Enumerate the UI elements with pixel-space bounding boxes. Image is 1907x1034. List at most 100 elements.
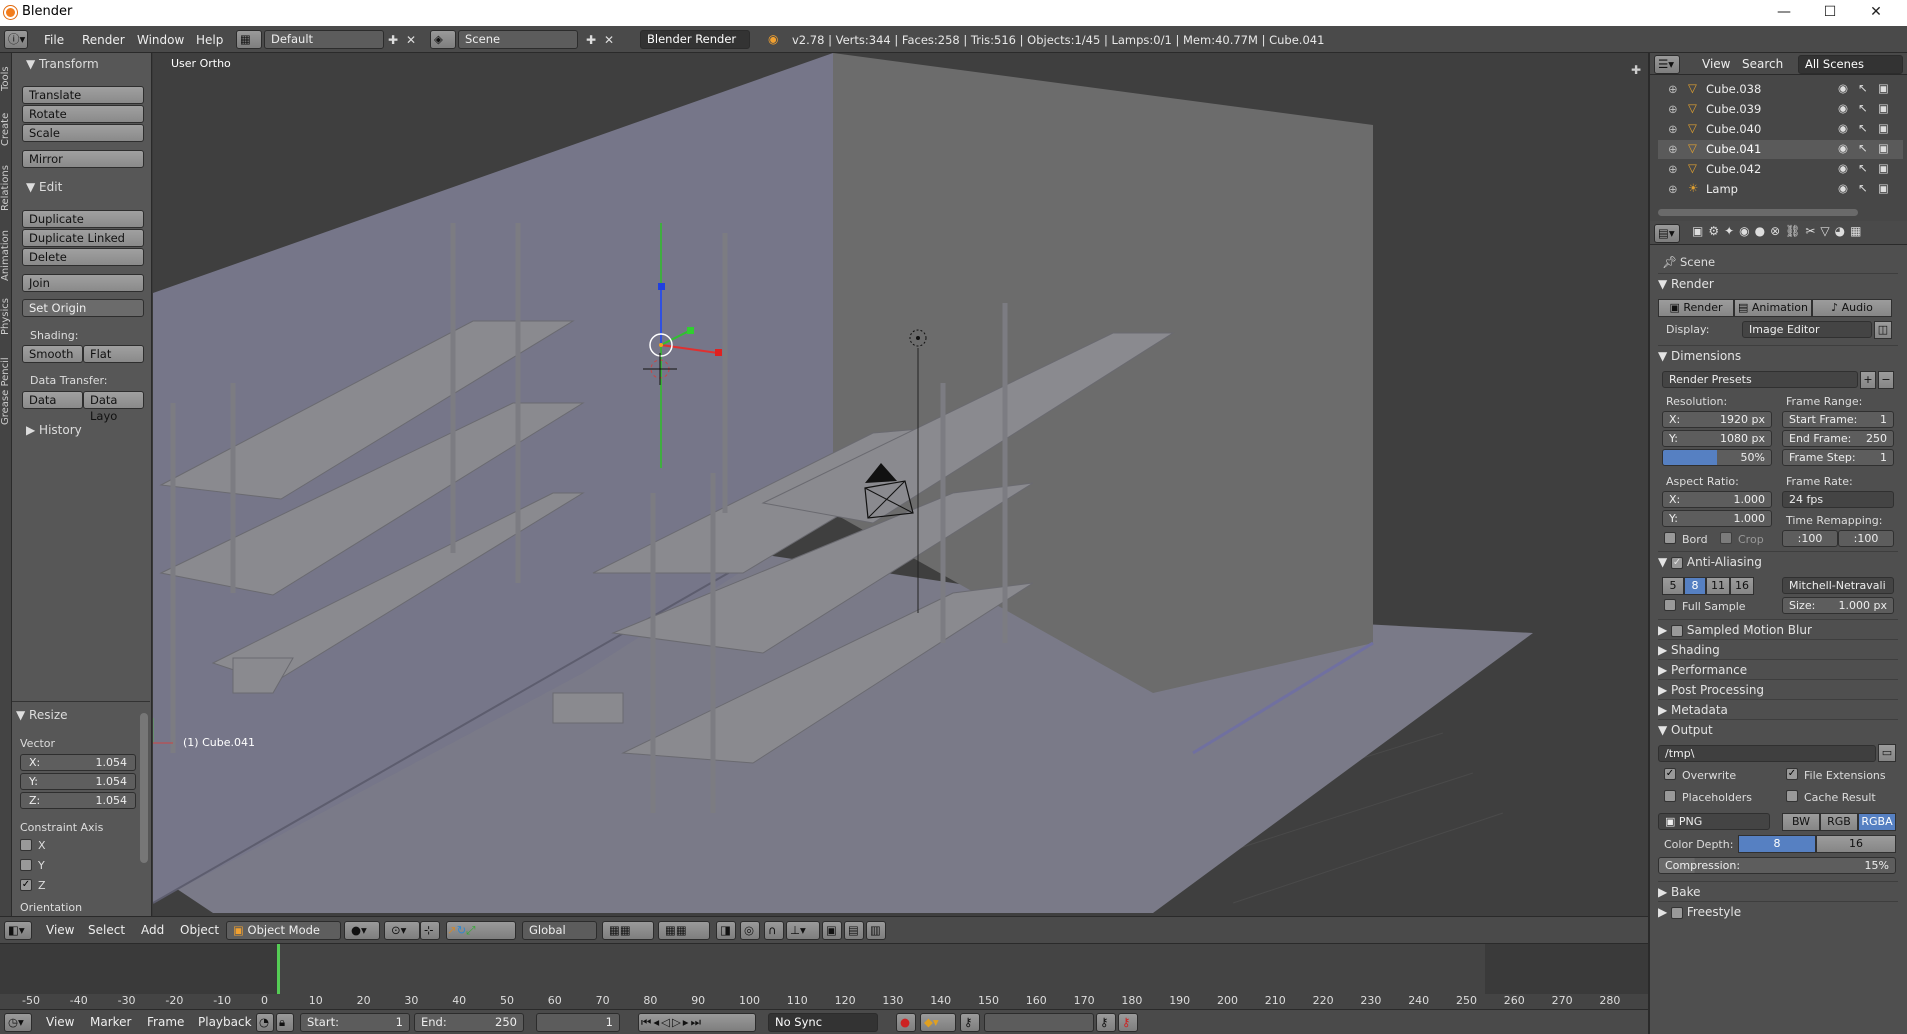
- render-camera-icon[interactable]: ▣: [1878, 121, 1889, 135]
- tab-grease-pencil[interactable]: Grease Pencil: [0, 345, 12, 437]
- mirror-button[interactable]: Mirror: [22, 150, 144, 168]
- expand-icon[interactable]: ⊕: [1668, 182, 1678, 196]
- outliner-item[interactable]: ⊕ ▽ Cube.039 ◉ ↖ ▣: [1658, 100, 1903, 119]
- rotate-button[interactable]: Rotate: [22, 105, 144, 123]
- record-icon[interactable]: ●: [896, 1013, 916, 1032]
- animation-button[interactable]: ▤ Animation: [1734, 299, 1812, 317]
- vector-x-field[interactable]: X: 1.054: [20, 754, 136, 771]
- outliner-search-menu[interactable]: Search: [1742, 57, 1783, 71]
- performance-panel-header[interactable]: ▶ Performance: [1658, 659, 1898, 679]
- resolution-x-field[interactable]: X: 1920 px: [1662, 411, 1772, 428]
- visibility-eye-icon[interactable]: ◉: [1838, 181, 1848, 195]
- end-frame-prop-field[interactable]: End Frame: 250: [1782, 430, 1894, 447]
- output-panel-header[interactable]: ▼ Output: [1658, 719, 1898, 739]
- menu-window[interactable]: Window: [137, 33, 184, 47]
- resize-panel-header[interactable]: ▼ Resize: [16, 708, 68, 722]
- timeline-editor[interactable]: -50 -40 -30 -20 -10 0 10 20 30 40 50 60 70 80 90 100 110…: [0, 943, 1648, 1009]
- outliner[interactable]: ☰▾ View Search All Scenes ⊕ ▽ Cube.038 ◉ ↖ ▣ ⊕…: [1648, 53, 1907, 221]
- current-frame-field[interactable]: 1: [536, 1013, 620, 1032]
- scene-field[interactable]: Scene: [458, 30, 578, 49]
- tab-create[interactable]: Create: [0, 105, 12, 153]
- minimize-button[interactable]: —: [1761, 0, 1807, 26]
- tab-physics[interactable]: Physics: [0, 293, 12, 341]
- start-frame-field[interactable]: Start: 1: [300, 1013, 410, 1032]
- audio-button[interactable]: ♪ Audio: [1812, 299, 1892, 317]
- render-camera-icon[interactable]: ▣: [1878, 161, 1889, 175]
- expand-icon[interactable]: ⊕: [1668, 142, 1678, 156]
- transform-orientation-select[interactable]: Global: [522, 921, 597, 940]
- menu-select[interactable]: Select: [88, 923, 125, 937]
- menu-help[interactable]: Help: [196, 33, 223, 47]
- color-depth-8-button[interactable]: 8: [1738, 835, 1816, 853]
- editor-type-properties-icon[interactable]: ▤▾: [1654, 224, 1680, 243]
- end-frame-field[interactable]: End: 250: [414, 1013, 524, 1032]
- full-sample-checkbox[interactable]: [1664, 599, 1676, 611]
- delete-key-icon[interactable]: ⚷: [1118, 1013, 1138, 1032]
- display-select[interactable]: Image Editor: [1742, 321, 1872, 338]
- expand-icon[interactable]: ⊕: [1668, 82, 1678, 96]
- render-still-icon[interactable]: ▣: [822, 921, 842, 940]
- select-arrow-icon[interactable]: ↖: [1858, 141, 1868, 155]
- sync-mode-select[interactable]: No Sync: [768, 1013, 878, 1032]
- properties-context-tabs[interactable]: ▣⚙✦◉●⊗⛓✂▽◕▦: [1692, 224, 1902, 243]
- aspect-y-field[interactable]: Y: 1.000: [1662, 510, 1772, 527]
- opengl-render-icon[interactable]: ▥: [866, 921, 886, 940]
- tab-tools[interactable]: Tools: [0, 59, 12, 99]
- aa-filter-select[interactable]: Mitchell-Netravali: [1782, 577, 1894, 594]
- file-format-select[interactable]: ▣ PNG: [1658, 813, 1770, 830]
- operator-scrollbar[interactable]: [140, 713, 148, 863]
- constraint-z-checkbox[interactable]: ✓: [20, 879, 32, 891]
- render-camera-icon[interactable]: ▣: [1878, 141, 1889, 155]
- menu-render[interactable]: Render: [82, 33, 125, 47]
- render-camera-icon[interactable]: ▣: [1878, 181, 1889, 195]
- select-arrow-icon[interactable]: ↖: [1858, 81, 1868, 95]
- pin-icon[interactable]: 📌︎: [1662, 255, 1677, 269]
- render-animation-icon[interactable]: ▤: [844, 921, 864, 940]
- render-panel-header[interactable]: ▼ Render: [1658, 273, 1898, 293]
- join-button[interactable]: Join: [22, 274, 144, 292]
- duplicate-button[interactable]: Duplicate: [22, 210, 144, 228]
- render-button[interactable]: ▣ Render: [1658, 299, 1734, 317]
- select-arrow-icon[interactable]: ↖: [1858, 181, 1868, 195]
- outliner-scrollbar[interactable]: [1658, 209, 1858, 216]
- resolution-percentage-slider[interactable]: 50%: [1662, 449, 1772, 466]
- remove-scene-icon[interactable]: ✕: [604, 33, 614, 47]
- menu-file[interactable]: File: [44, 33, 64, 47]
- viewport-shading-select[interactable]: ●▾: [344, 921, 380, 940]
- constraint-y-checkbox[interactable]: [20, 859, 32, 871]
- dimensions-panel-header[interactable]: ▼ Dimensions: [1658, 345, 1898, 365]
- constraint-x-checkbox[interactable]: [20, 839, 32, 851]
- select-arrow-icon[interactable]: ↖: [1858, 121, 1868, 135]
- maximize-button[interactable]: ☐: [1807, 0, 1853, 26]
- menu-object[interactable]: Object: [180, 923, 219, 937]
- freestyle-panel-header[interactable]: ▶ Freestyle: [1658, 901, 1898, 921]
- expand-icon[interactable]: ⊕: [1668, 122, 1678, 136]
- display-window-icon[interactable]: ◫: [1874, 321, 1892, 339]
- remove-preset-icon[interactable]: −: [1878, 371, 1894, 389]
- scene-icon[interactable]: ◈: [430, 30, 456, 49]
- current-frame-marker[interactable]: [277, 944, 280, 994]
- keyingset-icon[interactable]: ⚷: [960, 1013, 980, 1032]
- outliner-item[interactable]: ⊕ ▽ Cube.038 ◉ ↖ ▣: [1658, 80, 1903, 99]
- output-path-field[interactable]: /tmp\: [1658, 745, 1876, 762]
- tab-relations[interactable]: Relations: [0, 157, 12, 219]
- expand-icon[interactable]: ⊕: [1668, 162, 1678, 176]
- screen-layout-icon[interactable]: ▦: [236, 30, 262, 49]
- aa-samples-11[interactable]: 11: [1706, 577, 1730, 595]
- manipulator-modes[interactable]: ↗↻⤢: [446, 921, 516, 940]
- data-layout-button[interactable]: Data Layo: [83, 391, 144, 423]
- tab-animation[interactable]: Animation: [0, 223, 12, 289]
- snap-element-icon[interactable]: ⊥▾: [786, 921, 820, 940]
- select-arrow-icon[interactable]: ↖: [1858, 161, 1868, 175]
- frame-rate-select[interactable]: 24 fps: [1782, 491, 1894, 508]
- outliner-item[interactable]: ⊕ ▽ Cube.040 ◉ ↖ ▣: [1658, 120, 1903, 139]
- border-checkbox[interactable]: [1664, 532, 1676, 544]
- viewport-expand-icon[interactable]: ✚: [1631, 63, 1641, 77]
- render-presets-select[interactable]: Render Presets: [1662, 371, 1858, 388]
- flat-button[interactable]: Flat: [83, 345, 144, 363]
- history-panel-header[interactable]: ▶ History: [26, 423, 82, 437]
- visibility-eye-icon[interactable]: ◉: [1838, 161, 1848, 175]
- menu-playback[interactable]: Playback: [198, 1015, 252, 1029]
- outliner-item[interactable]: ⊕ ☀ Lamp ◉ ↖ ▣: [1658, 180, 1903, 199]
- set-origin-menu[interactable]: Set Origin: [22, 299, 144, 317]
